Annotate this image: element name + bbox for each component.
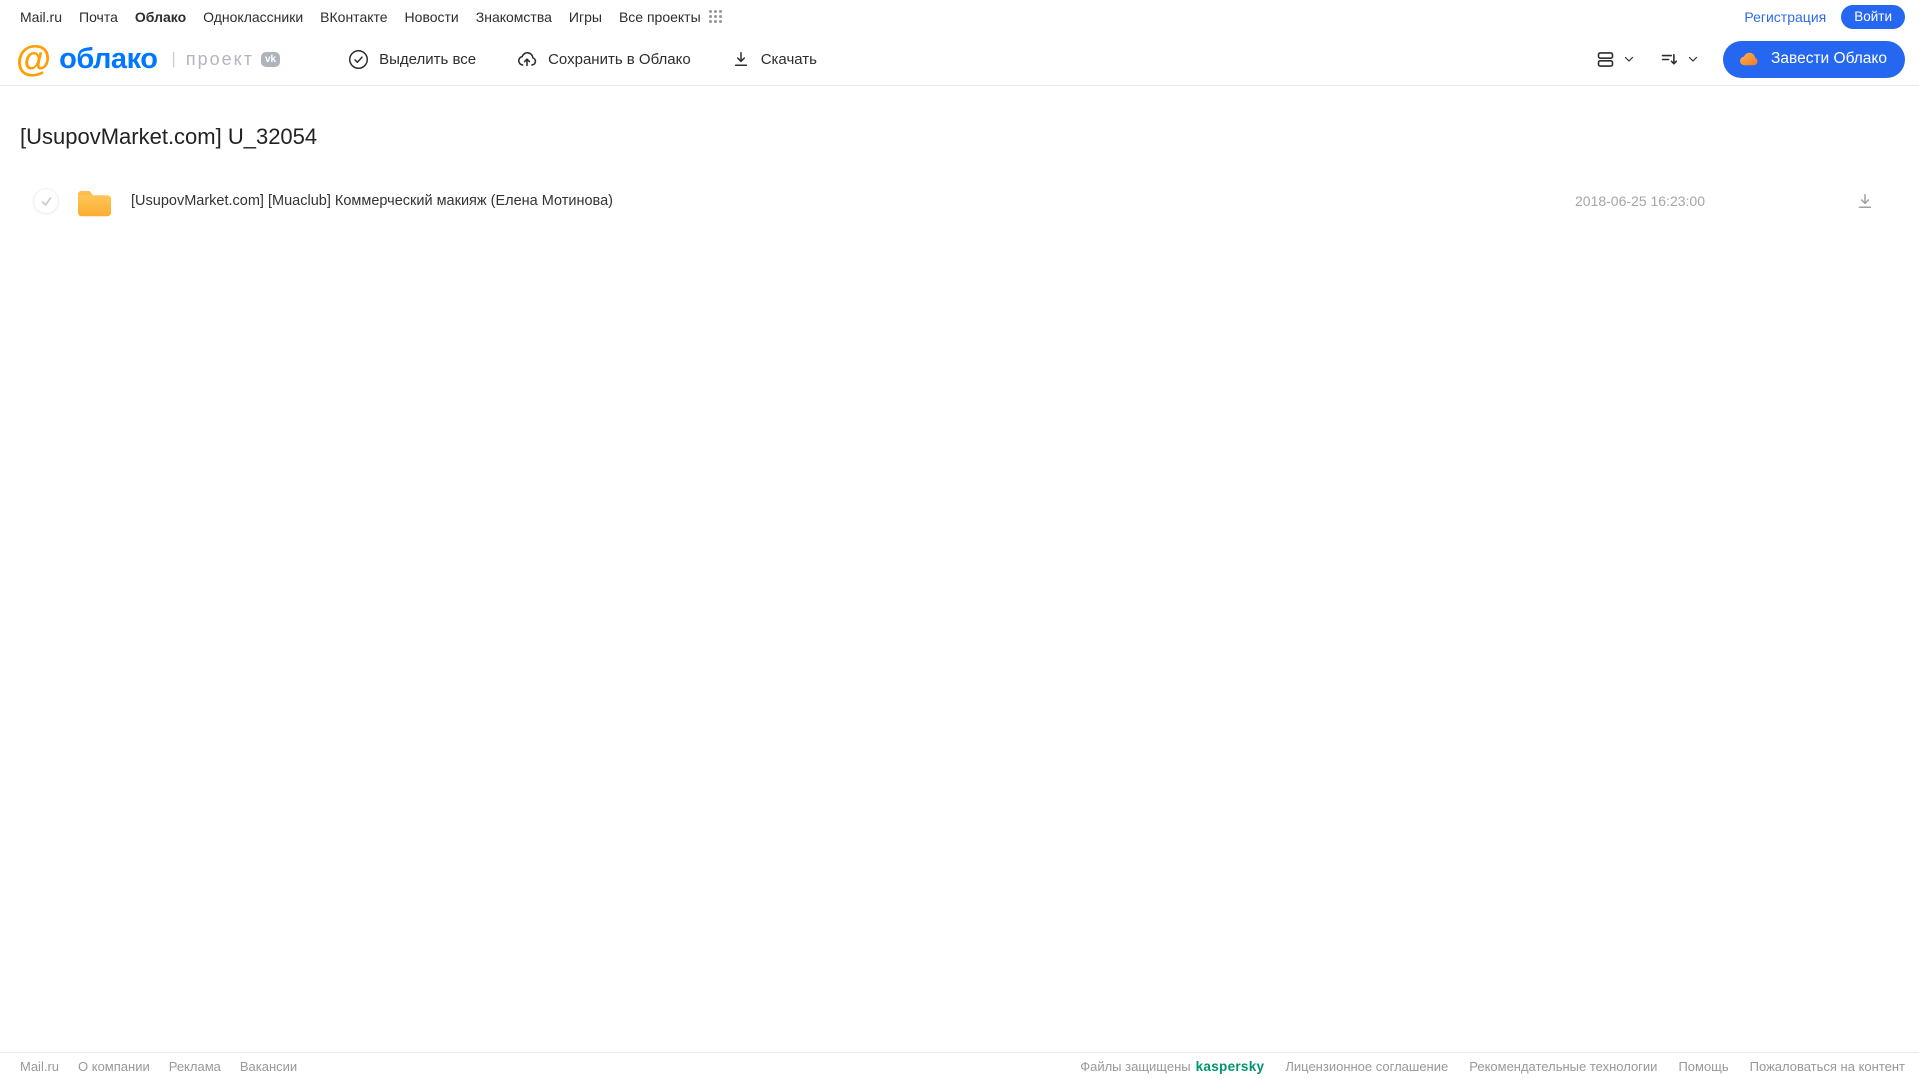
select-all-label: Выделить все	[379, 50, 477, 68]
file-name-link[interactable]: [UsupovMarket.com] [Muaclub] Коммерчески…	[131, 193, 613, 209]
footer-left-links: Mail.ru О компании Реклама Вакансии	[20, 1059, 297, 1074]
footer-right-links: Файлы защищены kaspersky Лицензионное со…	[1080, 1059, 1905, 1074]
cloud-upload-icon	[516, 48, 538, 70]
main-content: [UsupovMarket.com] U_32054 [UsupovMarket…	[0, 124, 1919, 225]
registration-link[interactable]: Регистрация	[1744, 9, 1826, 25]
kaspersky-protection: Файлы защищены kaspersky	[1080, 1059, 1264, 1074]
check-circle-icon	[348, 49, 369, 70]
get-cloud-button[interactable]: Завести Облако	[1723, 40, 1905, 78]
list-view-icon	[1595, 49, 1616, 70]
file-download-icon[interactable]	[1855, 191, 1875, 211]
file-checkbox[interactable]	[33, 188, 59, 214]
topnav-link-vse-proekty: Все проекты	[618, 8, 701, 25]
download-label: Скачать	[760, 50, 817, 68]
topnav-link-novosti[interactable]: Новости	[405, 9, 459, 25]
sort-icon	[1659, 49, 1680, 70]
download-icon	[731, 49, 751, 69]
footer-bar: Mail.ru О компании Реклама Вакансии Файл…	[0, 1052, 1919, 1079]
footer-link-report-content[interactable]: Пожаловаться на контент	[1750, 1059, 1905, 1074]
download-button[interactable]: Скачать	[731, 49, 817, 69]
topnav-link-pochta[interactable]: Почта	[79, 9, 118, 25]
grid-icon[interactable]	[708, 9, 723, 24]
topnav-link-znakomstva[interactable]: Знакомства	[476, 9, 552, 25]
file-toolbar: Выделить все Сохранить в Облако Скачать	[348, 48, 817, 70]
topnav-link-vkontakte[interactable]: ВКонтакте	[320, 9, 387, 25]
folder-icon	[76, 186, 113, 217]
footer-link-company[interactable]: О компании	[78, 1059, 150, 1074]
save-to-cloud-button[interactable]: Сохранить в Облако	[516, 48, 691, 70]
footer-link-mailru[interactable]: Mail.ru	[20, 1059, 59, 1074]
get-cloud-label: Завести Облако	[1771, 50, 1887, 67]
cloud-icon	[1737, 47, 1761, 71]
logo-text: облако	[59, 42, 158, 75]
topnav-all-projects[interactable]: Все проекты	[619, 9, 723, 25]
kaspersky-logo[interactable]: kaspersky	[1196, 1059, 1265, 1074]
topnav-link-odnoklassniki[interactable]: Одноклассники	[203, 9, 303, 25]
cloud-logo[interactable]: @ облако | проект vk	[16, 38, 281, 79]
checkmark-icon	[40, 195, 53, 208]
vk-badge-icon: vk	[260, 51, 281, 67]
logo-divider: |	[171, 49, 176, 68]
footer-link-help[interactable]: Помощь	[1678, 1059, 1728, 1074]
select-all-button[interactable]: Выделить все	[348, 49, 476, 70]
header-bar: @ облако | проект vk Выделить все Сохран…	[0, 33, 1919, 86]
save-to-cloud-label: Сохранить в Облако	[548, 50, 691, 68]
topnav-link-igry[interactable]: Игры	[569, 9, 602, 25]
footer-link-license[interactable]: Лицензионное соглашение	[1285, 1059, 1448, 1074]
footer-link-recommendation-tech[interactable]: Рекомендательные технологии	[1469, 1059, 1657, 1074]
page-title: [UsupovMarket.com] U_32054	[20, 124, 318, 149]
mailru-at-icon: @	[16, 38, 52, 79]
file-row-right: 2018-06-25 16:23:00	[1575, 191, 1891, 211]
file-date: 2018-06-25 16:23:00	[1575, 193, 1705, 209]
chevron-down-icon	[1623, 53, 1635, 65]
sort-button[interactable]	[1659, 49, 1699, 70]
topnav-link-mailru[interactable]: Mail.ru	[20, 9, 62, 25]
top-nav-links: Mail.ru Почта Облако Одноклассники ВКонт…	[20, 9, 723, 25]
top-nav-right: Регистрация Войти	[1744, 4, 1905, 29]
protected-label: Файлы защищены	[1080, 1058, 1191, 1074]
topnav-link-oblako[interactable]: Облако	[135, 9, 186, 25]
login-button[interactable]: Войти	[1841, 4, 1905, 29]
footer-link-ads[interactable]: Реклама	[169, 1059, 221, 1074]
footer-link-jobs[interactable]: Вакансии	[240, 1059, 297, 1074]
top-nav-bar: Mail.ru Почта Облако Одноклассники ВКонт…	[0, 0, 1919, 33]
view-mode-button[interactable]	[1595, 49, 1635, 70]
project-label: проект	[185, 48, 254, 69]
header-right-controls: Завести Облако	[1595, 40, 1905, 78]
chevron-down-icon	[1687, 53, 1699, 65]
file-row[interactable]: [UsupovMarket.com] [Muaclub] Коммерчески…	[20, 177, 1899, 225]
